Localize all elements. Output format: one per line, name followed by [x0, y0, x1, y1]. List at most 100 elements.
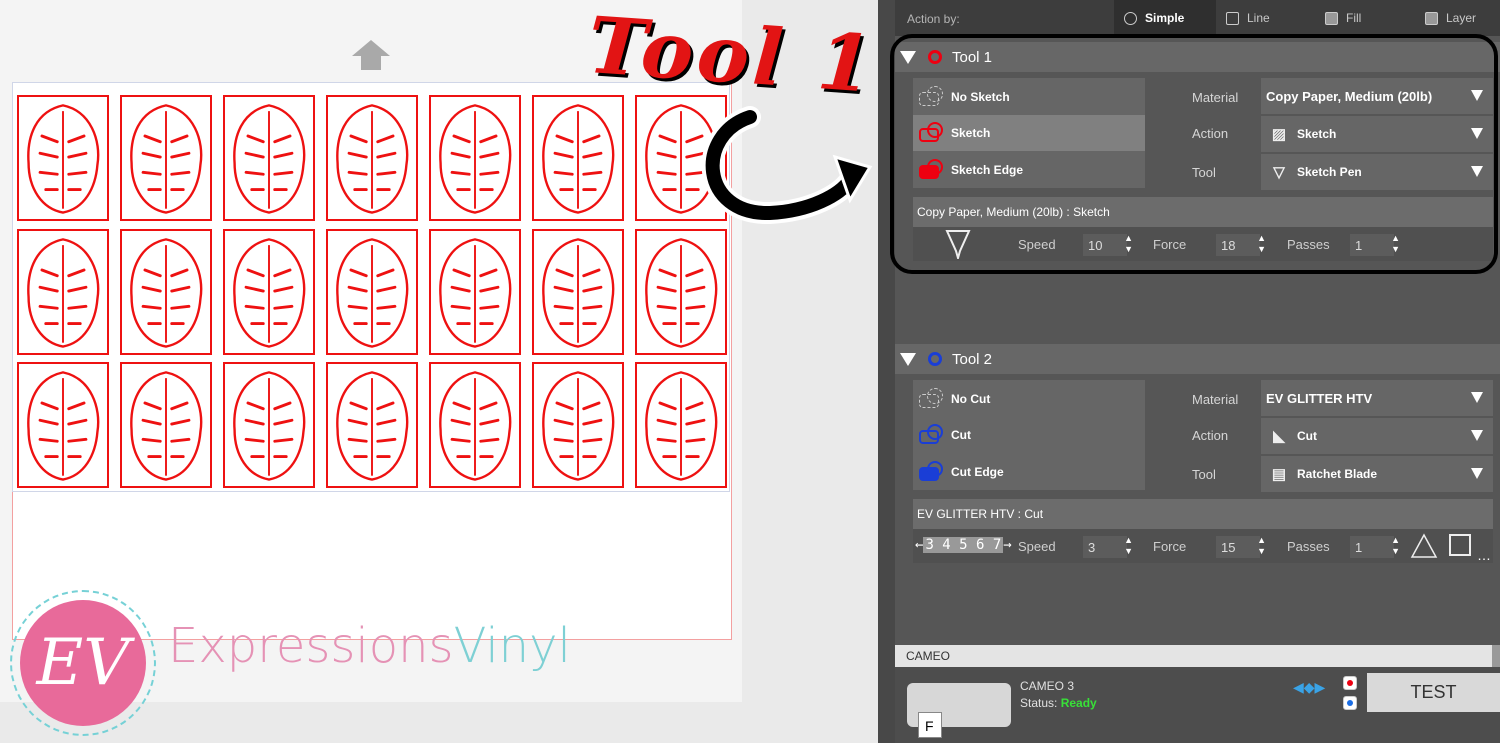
brand-name-part2: Vinyl — [453, 618, 571, 674]
tool2-params: ← 3 4 5 6 7 → Speed 3 ▲ ▼ Force 15 ▲ ▼ Passes … — [913, 529, 1493, 563]
design-cell[interactable] — [532, 362, 624, 488]
design-cell[interactable] — [17, 95, 109, 221]
dropdown-arrow-icon — [1471, 468, 1483, 479]
machine-name: CAMEO 3 — [1020, 679, 1075, 693]
mode-cut-edge-label: Cut Edge — [951, 465, 1004, 479]
feed-direction-icon — [352, 40, 390, 56]
no-cut-icon — [915, 386, 949, 412]
tray-letter: F — [918, 712, 942, 738]
machine-status: Status: Ready — [1020, 696, 1097, 710]
tool2-header[interactable]: Tool 2 — [895, 344, 1500, 374]
mode-cut[interactable]: Cut — [913, 417, 1145, 453]
tab-fill-label: Fill — [1346, 11, 1362, 25]
line-icon — [1226, 11, 1239, 25]
cut-icon — [915, 422, 949, 448]
test-button[interactable]: TEST — [1367, 673, 1500, 712]
tool2-passes-value: 1 — [1355, 540, 1363, 555]
design-cell[interactable] — [532, 95, 624, 221]
tool2-speed-stepper[interactable]: 3 ▲ ▼ — [1083, 535, 1133, 558]
tool1-callout-box — [890, 34, 1498, 274]
panel-scrollbar[interactable] — [1492, 645, 1500, 667]
registration-blue-toggle[interactable] — [1343, 696, 1357, 710]
design-cell[interactable] — [429, 362, 521, 488]
tool2-passes-stepper[interactable]: 1 ▲ ▼ — [1350, 535, 1400, 558]
design-cell[interactable] — [223, 229, 315, 355]
stepper-arrows-icon[interactable]: ▲ ▼ — [1391, 535, 1400, 557]
design-cell[interactable] — [223, 95, 315, 221]
app-window: Tool 1 EV ExpressionsVinyl Action by: Si… — [0, 0, 1500, 743]
dropdown-arrow-icon — [1471, 430, 1483, 441]
design-cell[interactable] — [326, 229, 418, 355]
tool2-force-label: Force — [1153, 539, 1187, 554]
tool2-tool-select[interactable]: ▤ Ratchet Blade — [1261, 456, 1493, 492]
cut-edge-icon — [915, 459, 949, 485]
design-cell[interactable] — [326, 362, 418, 488]
stepper-arrows-icon[interactable]: ▲ ▼ — [1124, 535, 1133, 557]
tool2-material-label: Material — [1192, 392, 1239, 407]
design-canvas[interactable]: Tool 1 EV ExpressionsVinyl — [0, 0, 879, 743]
design-cell[interactable] — [120, 362, 212, 488]
tool2-color-icon — [928, 352, 942, 366]
radio-circle-icon — [1124, 11, 1137, 25]
fill-icon — [1325, 11, 1338, 25]
dial-right-arrow-icon[interactable]: → — [1003, 537, 1011, 553]
logo-letters: EV — [20, 600, 146, 726]
blade-depth-dial[interactable]: ← 3 4 5 6 7 → — [915, 537, 1012, 553]
dropdown-arrow-icon — [1471, 392, 1483, 403]
device-section-header: CAMEO — [895, 645, 1500, 667]
tool2-summary: EV GLITTER HTV : Cut — [913, 499, 1493, 529]
action-by-label: Action by: — [907, 12, 960, 26]
tab-line[interactable]: Line — [1216, 0, 1318, 36]
cut-action-icon: ◣ — [1273, 428, 1285, 445]
overcut-square-icon[interactable] — [1449, 534, 1471, 556]
collapse-triangle-icon[interactable] — [900, 352, 916, 366]
tab-simple[interactable]: Simple — [1114, 0, 1216, 36]
tool2-tool-label: Tool — [1192, 467, 1216, 482]
tool2-material-select[interactable]: EV GLITTER HTV — [1261, 380, 1493, 416]
tool2-force-value: 15 — [1221, 540, 1236, 555]
design-cell[interactable] — [532, 229, 624, 355]
tool2-mode-list: No Cut Cut Cut Edge — [913, 380, 1145, 490]
tool2-action-label: Action — [1192, 428, 1229, 443]
design-cell[interactable] — [326, 95, 418, 221]
feed-direction-icon-stem — [361, 56, 381, 70]
layer-icon — [1425, 11, 1438, 25]
brand-name-part1: Expressions — [168, 618, 454, 674]
mode-no-cut-label: No Cut — [951, 392, 991, 406]
tool2-force-stepper[interactable]: 15 ▲ ▼ — [1216, 535, 1266, 558]
registration-red-toggle[interactable] — [1343, 676, 1357, 690]
tab-fill[interactable]: Fill — [1315, 0, 1417, 36]
design-cell[interactable] — [17, 362, 109, 488]
design-cell[interactable] — [223, 362, 315, 488]
design-cell[interactable] — [635, 362, 727, 488]
callout-arrow-icon — [701, 106, 873, 225]
perforate-triangle-icon[interactable] — [1410, 532, 1438, 560]
tab-simple-label: Simple — [1145, 11, 1185, 25]
design-cell[interactable] — [429, 229, 521, 355]
design-cell[interactable] — [429, 95, 521, 221]
tool2-speed-label: Speed — [1018, 539, 1056, 554]
action-by-bar: Action by: Simple Line Fill Layer — [895, 0, 1500, 36]
design-cell[interactable] — [120, 95, 212, 221]
tab-layer[interactable]: Layer — [1415, 0, 1500, 36]
design-cell[interactable] — [17, 229, 109, 355]
blade-depth-digits: 3 4 5 6 7 — [923, 537, 1004, 553]
tab-line-label: Line — [1247, 11, 1270, 25]
tool2-action-select[interactable]: ◣ Cut — [1261, 418, 1493, 454]
mode-cut-edge[interactable]: Cut Edge — [913, 454, 1145, 490]
stepper-arrows-icon[interactable]: ▲ ▼ — [1257, 535, 1266, 557]
design-cell[interactable] — [120, 229, 212, 355]
mode-cut-label: Cut — [951, 428, 971, 442]
status-value: Ready — [1060, 696, 1097, 710]
tool2-speed-value: 3 — [1088, 540, 1096, 555]
tool2-title: Tool 2 — [952, 350, 993, 368]
mode-no-cut[interactable]: No Cut — [913, 381, 1145, 417]
tool2-material-value: EV GLITTER HTV — [1266, 390, 1373, 406]
tool2-tool-value: Ratchet Blade — [1297, 467, 1378, 481]
move-arrows-icon[interactable]: ◀◆▶ — [1293, 679, 1333, 705]
status-label: Status: — [1020, 696, 1058, 710]
tab-layer-label: Layer — [1446, 11, 1477, 25]
brand-wordmark: ExpressionsVinyl — [168, 618, 571, 674]
design-cell[interactable] — [635, 229, 727, 355]
more-dots-icon[interactable]: … — [1477, 547, 1491, 563]
